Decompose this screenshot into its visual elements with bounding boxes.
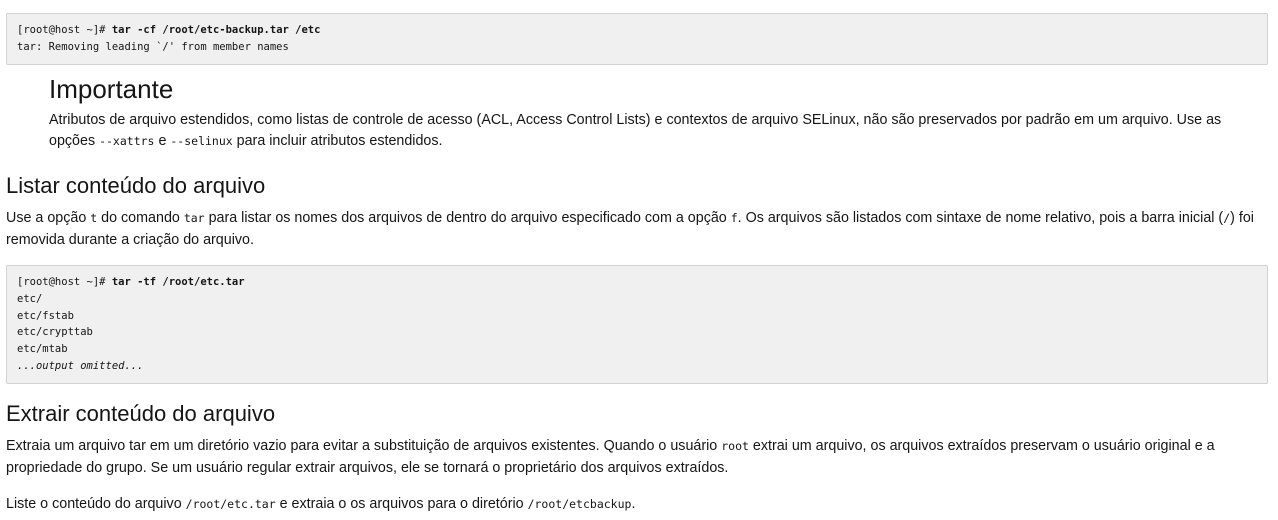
inline-code-selinux: --selinux bbox=[170, 134, 233, 148]
section-heading-list: Listar conteúdo do arquivo bbox=[6, 173, 266, 198]
code-output-line: etc/mtab bbox=[17, 343, 68, 356]
important-text: Atributos de arquivo estendidos, como li… bbox=[49, 112, 1222, 149]
inline-code-f: f bbox=[730, 211, 738, 225]
shell-prompt: [root@host ~]# bbox=[17, 276, 112, 288]
shell-command: tar -tf /root/etc.tar bbox=[111, 276, 245, 288]
code-block-tar-create: [root@host ~]# tar -cf /root/etc-backup.… bbox=[6, 13, 1268, 65]
code-output-line: etc/fstab bbox=[17, 309, 74, 322]
code-output-line: etc/ bbox=[17, 292, 43, 305]
inline-code-xattrs: --xattrs bbox=[99, 134, 155, 148]
code-block-tar-list: [root@host ~]# tar -tf /root/etc.tar etc/… bbox=[6, 265, 1268, 384]
code-output-omitted: ...output omitted... bbox=[17, 359, 144, 372]
inline-code-etcbackup-path: /root/etcbackup bbox=[527, 497, 632, 511]
paragraph-extract: Extraia um arquivo tar em um diretório v… bbox=[6, 438, 1215, 476]
paragraph-list: Use a opção t do comando tar para listar… bbox=[6, 210, 1254, 248]
inline-code-etc-tar-path: /root/etc.tar bbox=[185, 497, 276, 511]
code-output-line: tar: Removing leading `/' from member na… bbox=[17, 40, 289, 53]
inline-code-root: root bbox=[721, 439, 749, 453]
section-heading-extract: Extrair conteúdo do arquivo bbox=[6, 401, 276, 426]
important-admonition: Importante Atributos de arquivo estendid… bbox=[49, 74, 1249, 152]
important-title: Importante bbox=[49, 74, 174, 104]
shell-command: tar -cf /root/etc-backup.tar /etc bbox=[111, 24, 321, 36]
code-output-line: etc/crypttab bbox=[17, 326, 93, 339]
shell-prompt: [root@host ~]# bbox=[17, 24, 112, 36]
code-command-line: [root@host ~]# tar -tf /root/etc.tar bbox=[17, 274, 1257, 291]
inline-code-tar: tar bbox=[183, 211, 205, 225]
paragraph-list-extract: Liste o conteúdo do arquivo /root/etc.ta… bbox=[6, 496, 636, 512]
code-command-line: [root@host ~]# tar -cf /root/etc-backup.… bbox=[17, 22, 1257, 39]
